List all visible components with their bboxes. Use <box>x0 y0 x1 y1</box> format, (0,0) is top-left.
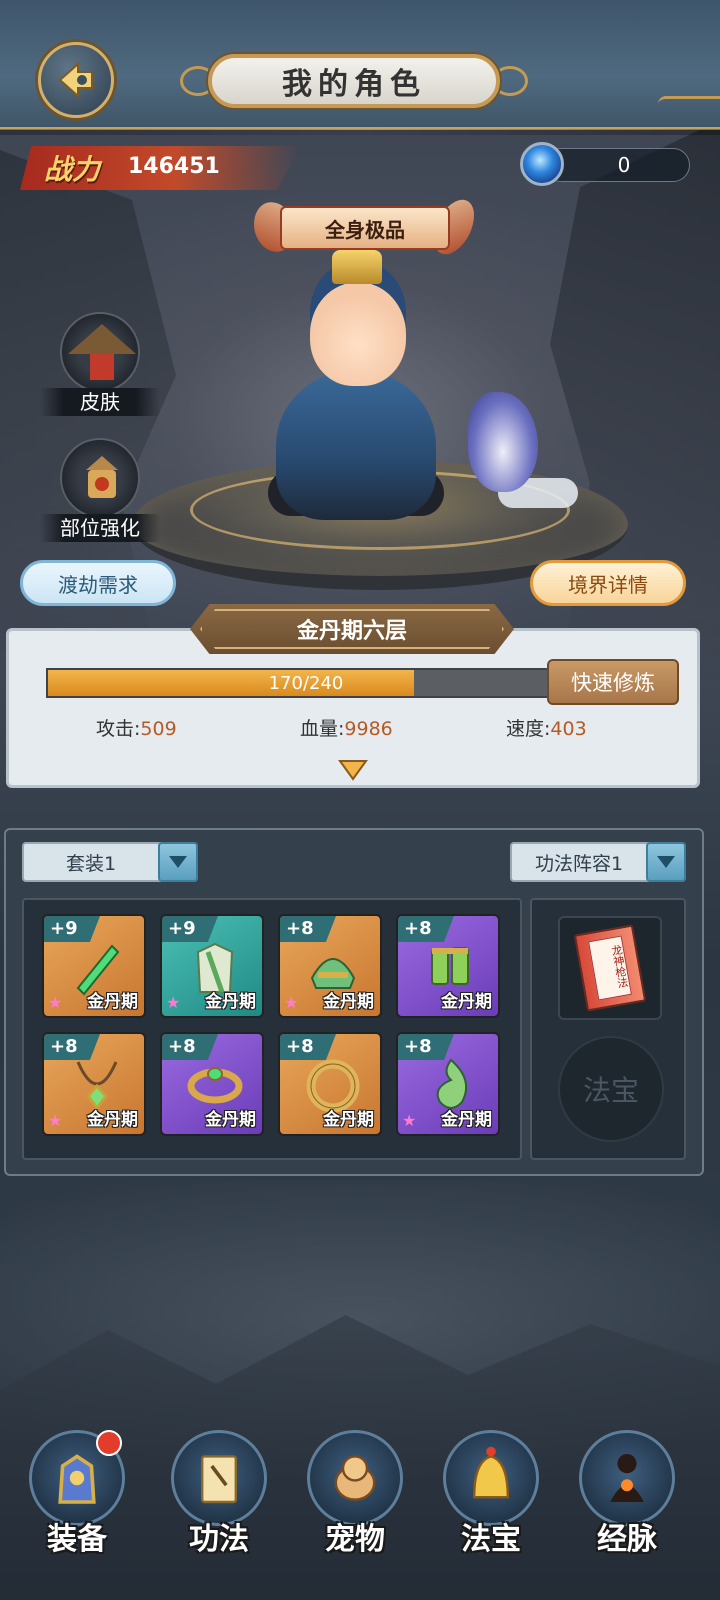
equipment-slot[interactable]: +8 金丹期 ★ <box>42 1032 146 1136</box>
realm-details-button[interactable]: 境界详情 <box>530 560 686 606</box>
currency-counter[interactable]: 0 <box>544 148 690 182</box>
chevron-down-icon <box>158 842 198 882</box>
stat-attack-label: 攻击: <box>96 718 141 740</box>
nav-label: 宠物 <box>325 1522 385 1557</box>
equipment-slot[interactable]: +8 金丹期 ★ <box>396 1032 500 1136</box>
realm-title-text: 金丹期六层 <box>296 619 407 644</box>
nav-item[interactable]: 法宝 <box>436 1430 546 1580</box>
quick-train-button[interactable]: 快速修炼 <box>547 659 679 705</box>
equipment-slot[interactable]: +9 金丹期 ★ <box>160 914 264 1018</box>
part-enhance-label: 部位强化 <box>40 514 160 542</box>
nav-item[interactable]: 功法 <box>164 1430 274 1580</box>
skill-book-slot[interactable]: 龙神枪法 <box>558 916 662 1020</box>
currency-value: 0 <box>617 153 631 177</box>
blue-orb-icon <box>520 142 564 186</box>
meridian-figure-icon <box>579 1430 675 1526</box>
stat-attack: 攻击:509 <box>96 714 177 741</box>
set-dropdown[interactable]: 套装1 <box>22 842 198 882</box>
nav-item[interactable]: 经脉 <box>572 1430 682 1580</box>
skin-button[interactable]: 皮肤 <box>40 312 160 422</box>
nav-item[interactable]: 宠物 <box>300 1430 410 1580</box>
stat-hp-value: 9986 <box>344 718 393 740</box>
header-ornament <box>658 96 720 110</box>
item-realm: 金丹期 <box>87 1110 138 1130</box>
skill-lineup-value: 功法阵容1 <box>534 852 624 875</box>
skill-book-icon: 龙神枪法 <box>573 924 647 1012</box>
pagoda-icon <box>60 438 140 518</box>
nav-label: 法宝 <box>461 1522 521 1557</box>
item-realm: 金丹期 <box>205 1110 256 1130</box>
equipment-slot[interactable]: +8 金丹期 <box>396 914 500 1018</box>
part-enhance-button[interactable]: 部位强化 <box>40 438 160 548</box>
progress-text: 170/240 <box>268 672 344 694</box>
set-dropdown-value: 套装1 <box>65 852 117 875</box>
star-icon: ★ <box>48 1111 63 1130</box>
item-realm: 金丹期 <box>441 1110 492 1130</box>
star-icon: ★ <box>166 993 181 1012</box>
power-value: 146451 <box>128 154 220 179</box>
equipment-slot[interactable]: +8 金丹期 <box>160 1032 264 1136</box>
item-realm: 金丹期 <box>205 992 256 1012</box>
crown-icon <box>332 250 382 284</box>
item-realm: 金丹期 <box>87 992 138 1012</box>
nav-label: 经脉 <box>597 1522 657 1557</box>
star-icon: ★ <box>284 993 299 1012</box>
skill-lineup-dropdown[interactable]: 功法阵容1 <box>510 842 686 882</box>
cultivation-progress-bar: 170/240 <box>46 668 566 698</box>
straw-hat-icon <box>60 312 140 392</box>
stat-hp: 血量:9986 <box>300 714 393 741</box>
star-icon: ★ <box>402 1111 417 1130</box>
item-realm: 金丹期 <box>323 992 374 1012</box>
skill-book-title: 龙神枪法 <box>588 935 632 1001</box>
stat-speed: 速度:403 <box>506 714 587 741</box>
character-head <box>310 282 406 386</box>
skin-label: 皮肤 <box>40 388 160 416</box>
equipment-slot[interactable]: +9 金丹期 ★ <box>42 914 146 1018</box>
scroll-book-icon <box>171 1430 267 1526</box>
stat-attack-value: 509 <box>140 718 177 740</box>
notification-badge <box>96 1430 122 1456</box>
item-realm: 金丹期 <box>323 1110 374 1130</box>
expand-arrow-icon[interactable] <box>338 758 368 782</box>
stat-speed-label: 速度: <box>506 718 551 740</box>
character-body[interactable] <box>276 370 436 520</box>
power-label: 战力 <box>44 153 101 186</box>
pet-dragon-icon <box>307 1430 403 1526</box>
nav-label: 功法 <box>189 1522 249 1557</box>
equipment-slot[interactable]: +8 金丹期 ★ <box>278 914 382 1018</box>
chevron-down-icon <box>646 842 686 882</box>
nav-label: 装备 <box>47 1522 107 1557</box>
back-button[interactable] <box>38 42 114 118</box>
realm-title: 金丹期六层 <box>190 604 514 654</box>
page-title: 我的角色 <box>208 54 500 108</box>
equipment-slot[interactable]: +8 金丹期 <box>278 1032 382 1136</box>
back-arrow-icon <box>58 61 93 99</box>
stat-hp-label: 血量: <box>300 718 345 740</box>
quality-banner: 全身极品 <box>280 206 450 250</box>
golden-bell-icon <box>443 1430 539 1526</box>
stat-speed-value: 403 <box>550 718 587 740</box>
tribulation-button[interactable]: 渡劫需求 <box>20 560 176 606</box>
star-icon: ★ <box>48 993 63 1012</box>
treasure-slot[interactable]: 法宝 <box>558 1036 664 1142</box>
item-realm: 金丹期 <box>441 992 492 1012</box>
